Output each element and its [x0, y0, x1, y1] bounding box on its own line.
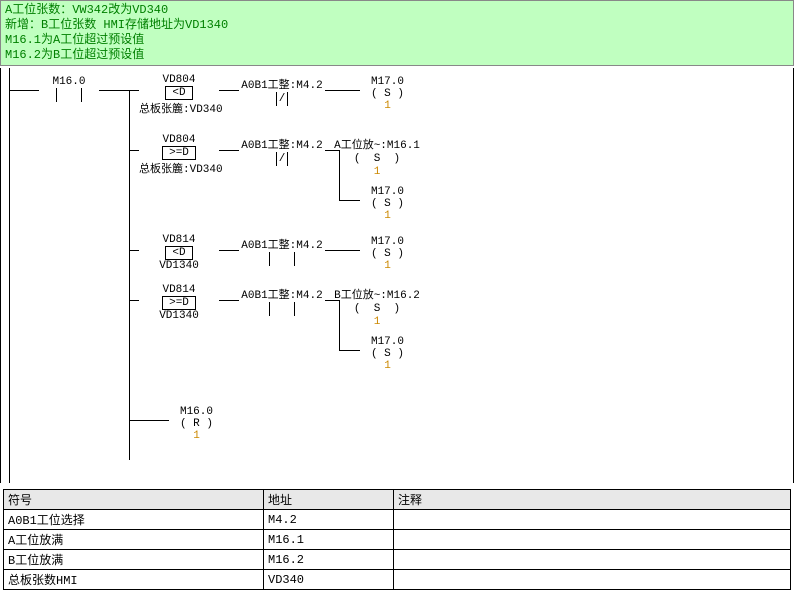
wire [9, 90, 39, 91]
compare-1: VD804 <D 总板张簏:VD340 [139, 74, 219, 116]
ladder-diagram: M16.0 VD804 <D 总板张簏:VD340 A0B1工整:M4.2 / … [0, 68, 794, 483]
comment-line: A工位张数：VW342改为VD340 [5, 3, 789, 18]
comment-line: M16.1为A工位超过预设值 [5, 33, 789, 48]
left-rail [9, 68, 10, 483]
coil-s-m170: M17.0 ( S ) 1 [360, 76, 415, 112]
wire [339, 200, 360, 201]
contact-m42-nc: A0B1工整:M4.2 / [239, 76, 325, 106]
table-row[interactable]: 总板张数HMIVD340 [4, 570, 791, 590]
wire [129, 420, 169, 421]
contact-m160: M16.0 [39, 76, 99, 102]
wire [219, 150, 239, 151]
compare-3: VD814 <D VD1340 [139, 234, 219, 272]
contact-m42-nc2: A0B1工整:M4.2 / [239, 136, 325, 166]
wire [339, 300, 340, 350]
wire [219, 300, 239, 301]
coil-m162: B工位放~:M16.2 ( S ) 1 [331, 286, 423, 328]
wire [99, 90, 139, 91]
col-symbol: 符号 [4, 490, 264, 510]
wire [219, 90, 239, 91]
wire [129, 90, 130, 460]
contact-m42-no2: A0B1工整:M4.2 [239, 286, 325, 316]
table-row[interactable]: B工位放满M16.2 [4, 550, 791, 570]
compare-4: VD814 >=D VD1340 [139, 284, 219, 322]
wire [339, 150, 340, 200]
wire [219, 250, 239, 251]
coil-s-m170-c: M17.0 ( S ) 1 [360, 236, 415, 272]
comment-line: M16.2为B工位超过预设值 [5, 48, 789, 63]
compare-2: VD804 >=D 总板张簏:VD340 [139, 134, 219, 176]
comment-line: 新增：B工位张数 HMI存储地址为VD1340 [5, 18, 789, 33]
comment-block: A工位张数：VW342改为VD340 新增：B工位张数 HMI存储地址为VD13… [0, 0, 794, 66]
wire [129, 150, 139, 151]
wire [339, 350, 360, 351]
col-address: 地址 [264, 490, 394, 510]
coil-s-m170-b: M17.0 ( S ) 1 [360, 186, 415, 222]
wire [325, 250, 360, 251]
contact-m42-no: A0B1工整:M4.2 [239, 236, 325, 266]
contact-m161: A工位放~:M16.1 ( S ) 1 [331, 136, 423, 178]
coil-r-m160: M16.0 ( R ) 1 [169, 406, 224, 442]
wire [129, 300, 139, 301]
wire [129, 420, 130, 460]
wire [325, 90, 360, 91]
symbol-table: 符号 地址 注释 A0B1工位选择M4.2 A工位放满M16.1 B工位放满M1… [3, 489, 791, 590]
wire [129, 250, 139, 251]
coil-s-m170-d: M17.0 ( S ) 1 [360, 336, 415, 372]
col-comment: 注释 [394, 490, 791, 510]
table-row[interactable]: A0B1工位选择M4.2 [4, 510, 791, 530]
